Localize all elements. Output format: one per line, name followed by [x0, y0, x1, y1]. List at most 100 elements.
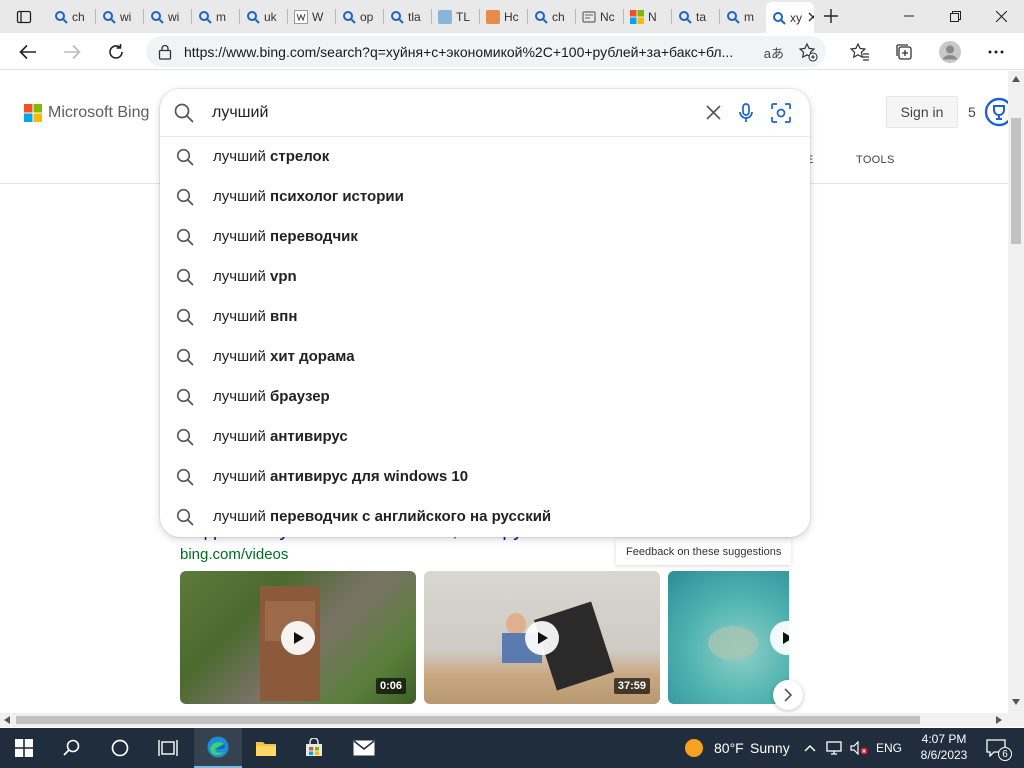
search-suggestion[interactable]: лучший антивирус [160, 417, 810, 457]
clock[interactable]: 4:07 PM 8/6/2023 [914, 731, 974, 763]
search-box: лучший лучший стрелок лучший психолог ист… [160, 89, 810, 537]
arrow-right-icon [64, 44, 81, 60]
browser-tab[interactable]: wi [96, 3, 144, 30]
browser-tab[interactable]: N [624, 3, 672, 30]
videos-source-link[interactable]: bing.com/videos [180, 546, 288, 563]
language-indicator[interactable]: ENG [876, 741, 902, 755]
bing-logo[interactable]: Microsoft Bing [24, 104, 149, 122]
search-taskbar-button[interactable] [48, 728, 96, 768]
browser-tab[interactable]: Hc [480, 3, 528, 30]
vertical-scroll-thumb[interactable] [1011, 118, 1021, 244]
scroll-up-icon[interactable] [1012, 76, 1020, 82]
play-button[interactable] [525, 621, 559, 655]
suggestion-text: лучший переводчик с английского на русск… [213, 508, 551, 525]
url-text[interactable]: https://www.bing.com/search?q=хуйня+с+эк… [184, 44, 744, 60]
browser-tab[interactable]: Nc [576, 3, 624, 30]
voice-search-button[interactable] [736, 103, 756, 123]
browser-tab[interactable]: W [288, 3, 336, 30]
restore-button[interactable] [932, 0, 978, 32]
search-suggestion[interactable]: лучший антивирус для windows 10 [160, 457, 810, 497]
weather-temperature[interactable]: 80°F [714, 740, 744, 756]
clock-date: 8/6/2023 [920, 748, 968, 762]
scroll-left-icon[interactable] [4, 716, 10, 724]
horizontal-scrollbar[interactable] [0, 713, 1008, 727]
search-suggestion[interactable]: лучший vpn [160, 257, 810, 297]
carousel-next-button[interactable] [773, 680, 803, 710]
browser-tab[interactable]: m [720, 3, 768, 30]
browser-tab[interactable]: uk [240, 3, 288, 30]
tab-actions-button[interactable] [8, 6, 40, 28]
clock-time: 4:07 PM [921, 732, 967, 746]
weather-description[interactable]: Sunny [750, 740, 790, 756]
horizontal-scroll-thumb[interactable] [16, 716, 920, 724]
forward-button[interactable] [58, 38, 86, 66]
address-bar[interactable]: https://www.bing.com/search?q=хуйня+с+эк… [146, 36, 826, 67]
bing-search-icon [102, 10, 116, 24]
cortana-button[interactable] [96, 728, 144, 768]
browser-tab[interactable]: ch [48, 3, 96, 30]
lock-icon[interactable] [158, 44, 172, 60]
play-button[interactable] [281, 621, 315, 655]
volume-button[interactable] [846, 728, 872, 768]
scroll-right-icon[interactable] [996, 716, 1002, 724]
rewards-button[interactable] [984, 96, 1008, 128]
browser-tab[interactable]: TL [432, 3, 480, 30]
network-button[interactable] [822, 728, 848, 768]
browser-tab[interactable]: ta [672, 3, 720, 30]
windows-logo-icon [15, 739, 33, 757]
browser-tab[interactable]: wi [144, 3, 192, 30]
tools-tab[interactable]: TOOLS [856, 154, 895, 166]
browser-tab[interactable]: ch [528, 3, 576, 30]
minimize-button[interactable] [886, 0, 932, 32]
notifications-button[interactable]: 6 [976, 728, 1016, 768]
search-suggestion[interactable]: лучший переводчик [160, 217, 810, 257]
read-aloud-button[interactable]: aあ [764, 43, 784, 62]
close-window-button[interactable] [978, 0, 1024, 32]
start-button[interactable] [0, 728, 48, 768]
video-thumbnail[interactable]: 0:06 [180, 571, 416, 704]
browser-tab[interactable]: xy [766, 2, 814, 33]
show-hidden-icons-button[interactable] [800, 728, 820, 768]
browser-tab[interactable]: tla [384, 3, 432, 30]
store-button[interactable] [290, 728, 338, 768]
video-thumbnail[interactable]: 37:59 [424, 571, 660, 704]
search-input-row: лучший [160, 89, 810, 137]
close-icon [995, 10, 1007, 22]
search-icon[interactable] [174, 103, 194, 123]
clear-search-button[interactable] [704, 103, 722, 121]
scroll-down-icon[interactable] [1012, 699, 1020, 705]
close-tab-button[interactable] [808, 11, 814, 25]
suggestion-text: лучший стрелок [213, 148, 329, 165]
search-suggestion[interactable]: лучший переводчик с английского на русск… [160, 497, 810, 537]
visual-search-button[interactable] [770, 102, 792, 124]
collections-button[interactable] [890, 38, 918, 66]
search-suggestion[interactable]: лучший впн [160, 297, 810, 337]
search-suggestion[interactable]: лучший стрелок [160, 137, 810, 177]
profile-button[interactable] [936, 38, 964, 66]
weather-widget[interactable] [670, 728, 718, 768]
bing-search-icon [198, 10, 212, 24]
browser-tab[interactable]: m [192, 3, 240, 30]
edge-taskbar-button[interactable] [194, 728, 242, 768]
video-thumbnail[interactable] [668, 571, 789, 704]
mail-button[interactable] [340, 728, 388, 768]
search-suggestion[interactable]: лучший психолог истории [160, 177, 810, 217]
new-tab-button[interactable] [820, 5, 842, 27]
favorites-button[interactable] [846, 38, 874, 66]
back-button[interactable] [14, 38, 42, 66]
play-button[interactable] [770, 621, 789, 655]
vertical-scrollbar[interactable] [1008, 71, 1024, 713]
sign-in-button[interactable]: Sign in [886, 96, 958, 128]
add-favorite-button[interactable] [798, 42, 818, 67]
file-explorer-button[interactable] [242, 728, 290, 768]
search-suggestion[interactable]: лучший браузер [160, 377, 810, 417]
browser-tab[interactable]: op [336, 3, 384, 30]
feedback-suggestions-link[interactable]: Feedback on these suggestions [616, 539, 792, 565]
search-suggestion[interactable]: лучший хит дорама [160, 337, 810, 377]
refresh-button[interactable] [102, 38, 130, 66]
rewards-points[interactable]: 5 [968, 104, 976, 120]
settings-more-button[interactable] [982, 38, 1010, 66]
search-input[interactable]: лучший [212, 104, 268, 122]
favorites-icon [850, 42, 869, 61]
task-view-button[interactable] [144, 728, 192, 768]
